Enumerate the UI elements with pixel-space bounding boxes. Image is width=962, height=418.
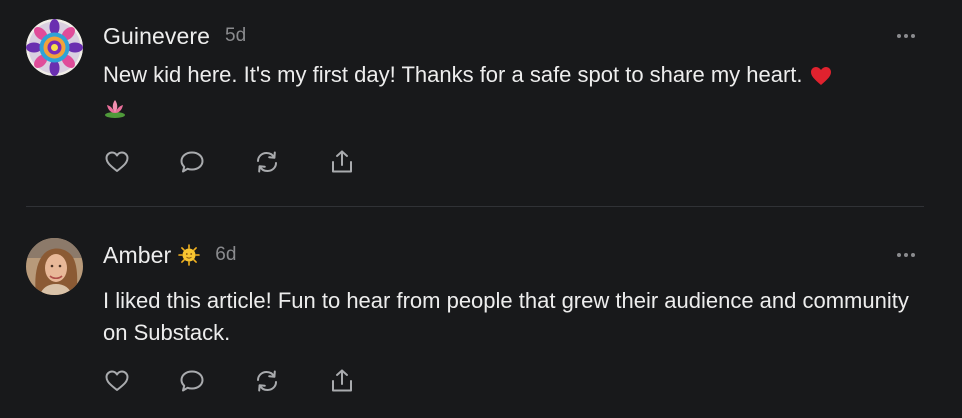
share-button[interactable] [328, 148, 356, 176]
share-icon [332, 150, 352, 173]
comment-text: I liked this article! Fun to hear from p… [103, 288, 909, 345]
comment-icon [180, 151, 204, 173]
sun-emoji-icon [178, 244, 201, 266]
restack-icon [257, 370, 277, 392]
timestamp[interactable]: 6d [215, 244, 236, 266]
comment: Guinevere 5d New kid here. It's my first… [0, 0, 962, 206]
reply-button[interactable] [178, 148, 206, 176]
comment-actions [103, 148, 403, 176]
mandala-avatar-icon [26, 19, 83, 76]
comment-header: Amber 6d [103, 240, 236, 270]
comment-icon [180, 370, 204, 392]
restack-button[interactable] [253, 367, 281, 395]
heart-icon [105, 151, 129, 172]
heart-icon [105, 370, 129, 391]
more-options-icon[interactable] [895, 31, 917, 41]
reply-button[interactable] [178, 367, 206, 395]
red-heart-icon [810, 67, 831, 86]
restack-icon [257, 151, 277, 173]
timestamp[interactable]: 5d [225, 25, 246, 47]
comment: Amber 6d I liked this article! Fun to he… [0, 207, 962, 418]
avatar[interactable] [26, 19, 83, 76]
avatar[interactable] [26, 238, 83, 295]
comment-text: New kid here. It's my first day! Thanks … [103, 62, 809, 87]
author-name[interactable]: Guinevere [103, 23, 210, 50]
like-button[interactable] [103, 148, 131, 176]
author-name[interactable]: Amber [103, 242, 171, 269]
like-button[interactable] [103, 367, 131, 395]
restack-button[interactable] [253, 148, 281, 176]
comment-body: I liked this article! Fun to hear from p… [103, 285, 928, 349]
comment-header: Guinevere 5d [103, 21, 246, 51]
lotus-icon [105, 100, 125, 119]
photo-avatar-icon [26, 238, 83, 295]
comment-body: New kid here. It's my first day! Thanks … [103, 59, 928, 123]
share-button[interactable] [328, 367, 356, 395]
share-icon [332, 369, 352, 392]
more-options-icon[interactable] [895, 250, 917, 260]
comment-actions [103, 367, 403, 395]
